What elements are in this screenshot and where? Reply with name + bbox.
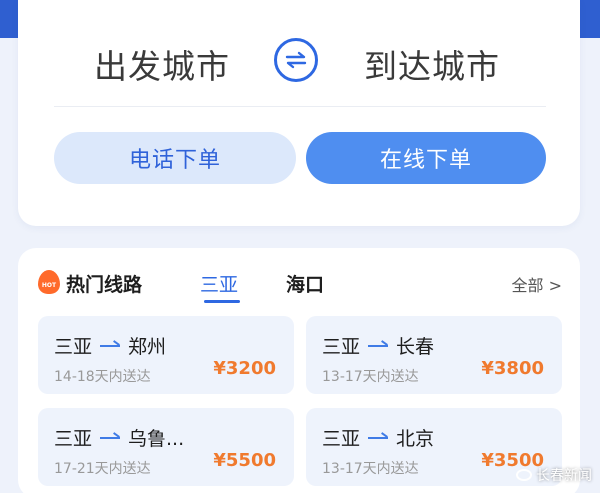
route-to: 乌鲁... <box>128 428 185 450</box>
hot-routes-header: HOT 热门线路 三亚 海口 全部 > <box>18 248 580 314</box>
arrow-right-icon <box>368 436 389 439</box>
route-to: 北京 <box>396 428 435 450</box>
header-background-right <box>578 0 600 38</box>
delivery-time: 14-18天内送达 <box>54 369 151 385</box>
route-card[interactable]: 三亚 长春 13-17天内送达 ¥3800 <box>306 316 562 394</box>
divider <box>54 106 546 107</box>
arrow-right-icon <box>100 436 121 439</box>
route-to: 郑州 <box>128 336 167 358</box>
watermark: 长春新闻 <box>516 465 592 485</box>
view-all-link[interactable]: 全部 > <box>512 272 563 296</box>
hot-routes-card: HOT 热门线路 三亚 海口 全部 > 三亚 郑州 14-18天内送达 ¥320… <box>18 248 580 493</box>
delivery-time: 13-17天内送达 <box>322 461 419 477</box>
watermark-text: 长春新闻 <box>536 468 592 484</box>
delivery-time: 17-21天内送达 <box>54 461 151 477</box>
route-card[interactable]: 三亚 郑州 14-18天内送达 ¥3200 <box>38 316 294 394</box>
arrow-right-icon <box>368 344 389 347</box>
arrow-right-icon <box>100 344 121 347</box>
phone-order-button[interactable]: 电话下单 <box>54 132 296 184</box>
swap-arrows-icon <box>285 51 307 69</box>
online-order-button[interactable]: 在线下单 <box>306 132 546 184</box>
route-from: 三亚 <box>322 336 361 358</box>
city-selector-card: 出发城市 到达城市 电话下单 在线下单 <box>18 0 580 226</box>
route-path: 三亚 郑州 <box>54 332 166 359</box>
route-from: 三亚 <box>322 428 361 450</box>
route-price: ¥3200 <box>213 358 276 379</box>
arrival-city-field[interactable]: 到达城市 <box>364 40 500 88</box>
route-to: 长春 <box>396 336 435 358</box>
tab-sanya[interactable]: 三亚 <box>200 270 238 297</box>
hot-routes-title: 热门线路 <box>66 274 143 296</box>
route-path: 三亚 长春 <box>322 332 434 359</box>
route-path: 三亚 北京 <box>322 424 434 451</box>
active-tab-indicator <box>204 300 240 303</box>
route-from: 三亚 <box>54 428 93 450</box>
hot-icon-label: HOT <box>41 282 57 289</box>
tab-haikou[interactable]: 海口 <box>286 270 324 297</box>
departure-city-field[interactable]: 出发城市 <box>94 40 230 88</box>
route-price: ¥5500 <box>213 450 276 471</box>
route-price: ¥3800 <box>481 358 544 379</box>
hot-flame-icon: HOT <box>38 270 60 294</box>
swap-cities-button[interactable] <box>274 38 318 82</box>
weibo-icon <box>516 469 532 481</box>
delivery-time: 13-17天内送达 <box>322 369 419 385</box>
route-card[interactable]: 三亚 乌鲁... 17-21天内送达 ¥5500 <box>38 408 294 486</box>
route-from: 三亚 <box>54 336 93 358</box>
header-background-left <box>0 0 18 38</box>
route-path: 三亚 乌鲁... <box>54 424 184 451</box>
